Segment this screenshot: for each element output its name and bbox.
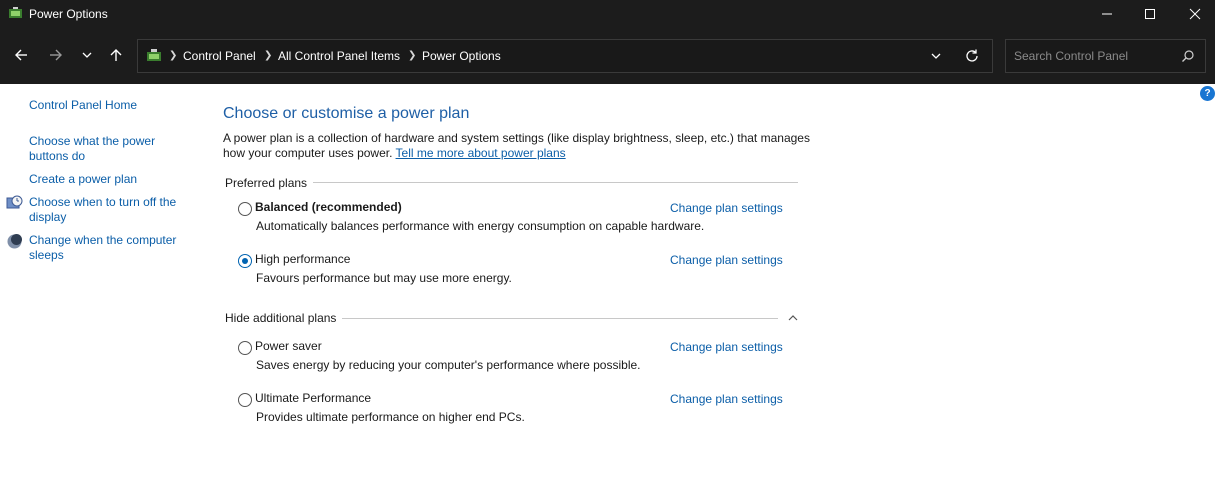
up-arrow-icon bbox=[110, 49, 122, 61]
plan-description: Automatically balances performance with … bbox=[256, 219, 705, 233]
plan-description: Favours performance but may use more ene… bbox=[256, 271, 512, 285]
page-title: Choose or customise a power plan bbox=[223, 105, 470, 122]
breadcrumb-control-panel[interactable]: Control Panel bbox=[183, 49, 256, 63]
change-plan-settings-link[interactable]: Change plan settings bbox=[670, 253, 783, 267]
breadcrumb-chevron-icon: ❯ bbox=[408, 50, 417, 61]
maximize-icon bbox=[1145, 9, 1155, 19]
window-title: Power Options bbox=[29, 7, 108, 21]
plan-description: Provides ultimate performance on higher … bbox=[256, 410, 525, 424]
minimize-button[interactable] bbox=[1084, 0, 1130, 28]
change-plan-settings-link[interactable]: Change plan settings bbox=[670, 201, 783, 215]
breadcrumb-chevron-icon: ❯ bbox=[264, 50, 273, 61]
display-clock-icon bbox=[6, 195, 23, 209]
power-options-icon bbox=[9, 7, 22, 18]
recent-dropdown-icon bbox=[82, 52, 92, 58]
turn-off-display-link[interactable]: Choose when to turn off the display bbox=[29, 195, 189, 225]
plan-radio[interactable] bbox=[238, 341, 252, 355]
minimize-icon bbox=[1102, 13, 1112, 15]
create-power-plan-link[interactable]: Create a power plan bbox=[29, 172, 189, 187]
maximize-button[interactable] bbox=[1127, 0, 1173, 28]
plan-radio[interactable] bbox=[238, 393, 252, 407]
plan-name[interactable]: High performance bbox=[255, 252, 350, 266]
plan-name[interactable]: Balanced (recommended) bbox=[255, 200, 402, 214]
title-bar: Power Options bbox=[0, 0, 1215, 28]
breadcrumb-chevron-icon: ❯ bbox=[169, 50, 178, 61]
recent-locations-button[interactable] bbox=[76, 44, 98, 66]
change-plan-settings-link[interactable]: Change plan settings bbox=[670, 392, 783, 406]
search-input[interactable] bbox=[1014, 48, 1174, 64]
back-arrow-icon bbox=[15, 49, 27, 61]
power-buttons-link[interactable]: Choose what the power buttons do bbox=[29, 134, 169, 164]
hide-additional-plans-label[interactable]: Hide additional plans bbox=[225, 311, 343, 325]
forward-button[interactable] bbox=[45, 44, 67, 66]
control-panel-home-link[interactable]: Control Panel Home bbox=[29, 98, 189, 113]
plan-radio[interactable] bbox=[238, 202, 252, 216]
breadcrumb-power-options[interactable]: Power Options bbox=[422, 49, 501, 63]
help-icon[interactable]: ? bbox=[1200, 86, 1215, 101]
search-icon[interactable] bbox=[1181, 49, 1195, 63]
plan-description: Saves energy by reducing your computer's… bbox=[256, 358, 641, 372]
preferred-plans-label: Preferred plans bbox=[225, 176, 314, 190]
breadcrumb-all-items[interactable]: All Control Panel Items bbox=[278, 49, 400, 63]
plan-name[interactable]: Power saver bbox=[255, 339, 322, 353]
page-description: A power plan is a collection of hardware… bbox=[223, 131, 823, 161]
plan-name[interactable]: Ultimate Performance bbox=[255, 391, 371, 405]
close-button[interactable] bbox=[1172, 0, 1215, 28]
computer-sleeps-link[interactable]: Change when the computer sleeps bbox=[29, 233, 189, 263]
up-button[interactable] bbox=[105, 44, 127, 66]
control-panel-icon bbox=[147, 49, 161, 61]
sleep-moon-icon bbox=[7, 234, 22, 249]
chevron-up-icon[interactable] bbox=[787, 312, 799, 324]
change-plan-settings-link[interactable]: Change plan settings bbox=[670, 340, 783, 354]
navigation-bar: ❯ Control Panel ❯ All Control Panel Item… bbox=[0, 28, 1215, 84]
back-button[interactable] bbox=[10, 44, 32, 66]
forward-arrow-icon bbox=[50, 49, 62, 61]
plan-radio[interactable] bbox=[238, 254, 252, 268]
refresh-icon[interactable] bbox=[964, 48, 980, 64]
close-icon bbox=[1189, 8, 1201, 20]
address-bar[interactable]: ❯ Control Panel ❯ All Control Panel Item… bbox=[137, 39, 993, 73]
learn-more-link[interactable]: Tell me more about power plans bbox=[396, 146, 566, 160]
address-dropdown-icon[interactable] bbox=[930, 50, 942, 62]
search-box[interactable] bbox=[1005, 39, 1206, 73]
